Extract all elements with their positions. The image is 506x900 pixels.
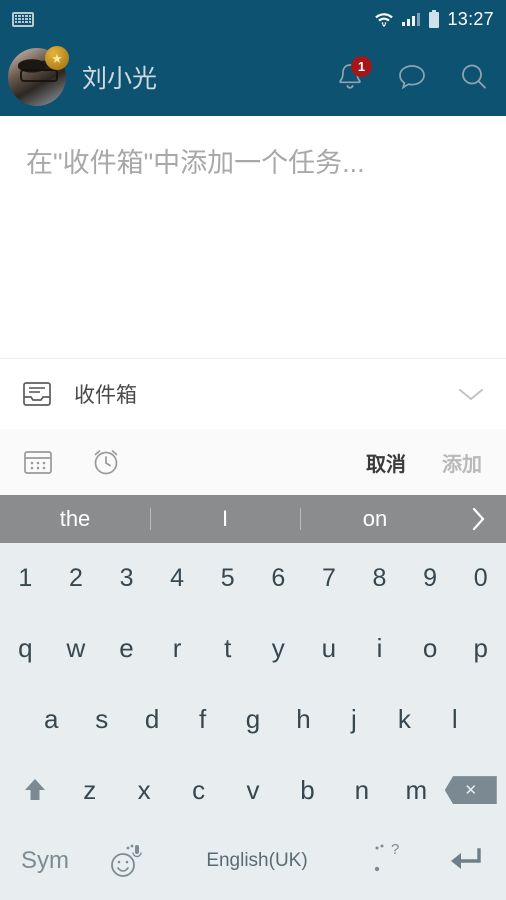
key-p[interactable]: p	[455, 614, 506, 685]
symbols-key[interactable]: Sym	[0, 847, 90, 875]
period-question-icon: ?	[374, 841, 399, 871]
chevron-down-icon[interactable]	[456, 384, 486, 404]
suggestion-item[interactable]: on	[300, 506, 450, 532]
key-d[interactable]: d	[127, 684, 177, 755]
project-selector-row[interactable]: 收件箱	[0, 359, 506, 429]
status-bar-clock: 13:27	[447, 8, 494, 29]
cancel-button[interactable]: 取消	[366, 448, 406, 477]
task-input-placeholder[interactable]: 在"收件箱"中添加一个任务...	[26, 146, 480, 181]
keyboard-row-home: a s d f g h j k l	[0, 684, 506, 755]
status-bar-left	[12, 11, 34, 27]
key-y[interactable]: y	[253, 614, 304, 685]
chat-bubble-icon	[399, 65, 425, 90]
key-1[interactable]: 1	[0, 543, 51, 614]
keyboard-row-bottom: z x c v b n m ✕	[0, 755, 506, 826]
avatar[interactable]: ★	[8, 46, 69, 106]
emoji-voice-key[interactable]	[90, 840, 164, 882]
notifications-button[interactable]: 1	[332, 56, 372, 95]
suggestion-item[interactable]: the	[0, 506, 150, 532]
key-h[interactable]: h	[278, 684, 328, 755]
keyboard-suggestion-bar: the I on	[0, 495, 506, 543]
key-f[interactable]: f	[177, 684, 227, 755]
app-header: ★ 刘小光 1	[0, 38, 506, 116]
key-n[interactable]: n	[335, 755, 389, 826]
key-a[interactable]: a	[26, 684, 76, 755]
key-e[interactable]: e	[101, 614, 152, 685]
key-b[interactable]: b	[280, 755, 334, 826]
key-9[interactable]: 9	[405, 543, 456, 614]
key-3[interactable]: 3	[101, 543, 152, 614]
task-compose-area[interactable]: 在"收件箱"中添加一个任务...	[0, 116, 506, 358]
key-6[interactable]: 6	[253, 543, 304, 614]
shift-icon	[25, 779, 46, 801]
messages-button[interactable]	[394, 59, 430, 95]
key-8[interactable]: 8	[354, 543, 405, 614]
more-suggestions-button[interactable]	[450, 506, 506, 532]
search-button[interactable]	[456, 59, 492, 95]
battery-icon	[429, 9, 440, 28]
status-bar: 13:27	[0, 0, 506, 38]
key-i[interactable]: i	[354, 614, 405, 685]
key-r[interactable]: r	[152, 614, 203, 685]
keyboard-icon	[12, 11, 34, 27]
key-l[interactable]: l	[430, 684, 480, 755]
key-s[interactable]: s	[76, 684, 126, 755]
project-name-label: 收件箱	[74, 384, 137, 407]
punctuation-key[interactable]: ?	[350, 838, 424, 884]
key-k[interactable]: k	[379, 684, 429, 755]
suggestion-item[interactable]: I	[150, 506, 300, 532]
backspace-key[interactable]: ✕	[444, 755, 498, 826]
key-w[interactable]: w	[51, 614, 102, 685]
alarm-clock-icon[interactable]	[90, 446, 122, 478]
on-screen-keyboard: 1 2 3 4 5 6 7 8 9 0 q w e r t y u i o p …	[0, 543, 506, 900]
keyboard-row-numbers: 1 2 3 4 5 6 7 8 9 0	[0, 543, 506, 614]
key-v[interactable]: v	[226, 755, 280, 826]
phone-screen: 13:27 ★ 刘小光 1 在"收件箱"中添加一个任务... 收件箱 取消 添加…	[0, 0, 506, 900]
calendar-icon[interactable]	[22, 447, 54, 477]
key-t[interactable]: t	[202, 614, 253, 685]
keyboard-row-top: q w e r t y u i o p	[0, 614, 506, 685]
key-z[interactable]: z	[62, 755, 116, 826]
star-badge-icon: ★	[45, 46, 69, 70]
emoji-mic-icon	[111, 844, 142, 877]
search-icon	[462, 64, 486, 89]
chevron-right-icon	[472, 507, 485, 531]
key-5[interactable]: 5	[202, 543, 253, 614]
add-button[interactable]: 添加	[442, 448, 482, 477]
header-actions: 1	[332, 56, 492, 95]
backspace-icon: ✕	[444, 776, 497, 805]
key-q[interactable]: q	[0, 614, 51, 685]
key-x[interactable]: x	[117, 755, 171, 826]
key-j[interactable]: j	[329, 684, 379, 755]
key-4[interactable]: 4	[152, 543, 203, 614]
key-2[interactable]: 2	[51, 543, 102, 614]
key-g[interactable]: g	[228, 684, 278, 755]
status-bar-right: 13:27	[374, 9, 494, 30]
enter-key[interactable]	[424, 844, 506, 878]
enter-icon	[451, 847, 481, 869]
username-label: 刘小光	[82, 65, 158, 93]
key-o[interactable]: o	[405, 614, 456, 685]
key-c[interactable]: c	[171, 755, 225, 826]
key-7[interactable]: 7	[304, 543, 355, 614]
inbox-icon	[23, 382, 51, 406]
notification-count-badge: 1	[351, 56, 372, 77]
shift-key[interactable]	[8, 755, 62, 826]
svg-text:?: ?	[391, 841, 399, 858]
keyboard-row-function: Sym English(UK) ?	[0, 825, 506, 896]
key-u[interactable]: u	[304, 614, 355, 685]
key-m[interactable]: m	[389, 755, 443, 826]
cellular-signal-icon	[402, 13, 421, 26]
key-0[interactable]: 0	[455, 543, 506, 614]
space-key[interactable]: English(UK)	[164, 850, 350, 872]
wifi-icon	[375, 13, 394, 27]
compose-toolbar: 取消 添加	[0, 429, 506, 495]
